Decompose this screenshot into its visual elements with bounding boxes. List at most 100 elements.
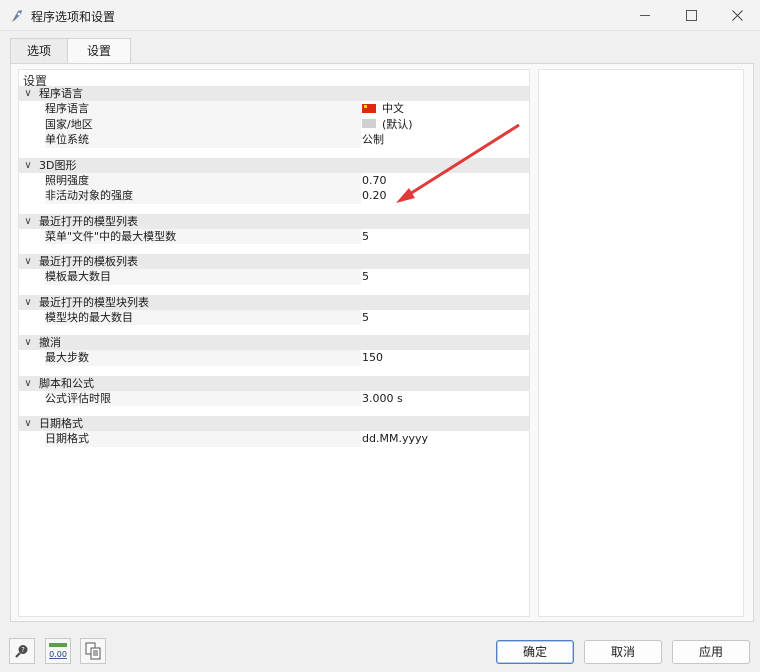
setting-value-text: 3.000 s [362,391,403,405]
setting-row[interactable]: 照明强度 0.70 [19,172,529,189]
help-magnifier-icon: ? [15,645,28,658]
group-header[interactable]: ∨ 脚本和公式 [19,375,529,391]
setting-row[interactable]: 最大步数 150 [19,350,529,366]
chevron-down-icon[interactable]: ∨ [22,158,34,173]
setting-row[interactable]: 日期格式 dd.MM.yyyy [19,431,529,447]
maximize-button[interactable] [668,0,714,30]
setting-value-text: 0.70 [362,173,387,187]
setting-label: 模型块的最大数目 [45,309,361,325]
copy-settings-button[interactable] [80,638,106,664]
setting-value-text: 中文 [382,102,404,115]
settings-group: ∨ 最近打开的模板列表模板最大数目 5 [19,254,529,295]
setting-value[interactable]: 5 [362,310,369,326]
minimize-icon [640,14,650,16]
setting-value[interactable]: 公制 [362,132,384,148]
group-header[interactable]: ∨ 最近打开的模型块列表 [19,294,529,310]
units-button[interactable]: 0.00 [45,638,71,664]
setting-value-text: 0.20 [362,189,387,202]
setting-row[interactable]: 菜单"文件"中的最大模型数 5 [19,228,529,245]
china-flag-icon [362,103,376,113]
chevron-down-icon[interactable]: ∨ [22,376,34,391]
group-header[interactable]: ∨ 最近打开的模板列表 [19,254,529,269]
setting-label-text: 国家/地区 [45,117,93,131]
chevron-down-icon[interactable]: ∨ [22,335,34,350]
group-header[interactable]: ∨ 日期格式 [19,416,529,431]
tab-settings-label: 设置 [86,44,111,58]
group-label: 撤消 [39,336,61,349]
setting-row[interactable]: 国家/地区 (默认) [19,116,529,133]
close-button[interactable] [714,0,760,30]
setting-value[interactable]: 0.20 [362,188,387,204]
help-button[interactable]: ? [9,638,35,664]
settings-tree: ∨ 程序语言 程序语言 中文 国家/地区 (默认) 单位系统 公制 ∨ 3D图形 照明强度 0.70 非… [19,86,529,447]
group-header[interactable]: ∨ 撤消 [19,335,529,350]
setting-label-text: 程序语言 [45,102,89,115]
setting-label-text: 菜单"文件"中的最大模型数 [45,229,177,243]
setting-value-text: 150 [362,351,383,364]
chevron-down-icon[interactable]: ∨ [22,416,34,431]
app-rocket-icon [11,10,22,22]
default-flag-icon [362,119,376,128]
setting-label: 公式评估时限 [45,390,361,406]
setting-label: 照明强度 [45,172,361,188]
setting-label-text: 日期格式 [45,432,89,445]
group-label: 日期格式 [39,417,83,430]
units-decimal-icon: 0.00 [49,643,67,659]
group-header[interactable]: ∨ 程序语言 [19,86,529,101]
settings-group: ∨ 撤消 最大步数 150 [19,335,529,376]
setting-value[interactable]: 5 [362,269,369,285]
group-label: 脚本和公式 [39,376,94,390]
setting-label: 模板最大数目 [45,269,361,285]
setting-label-text: 单位系统 [45,133,89,146]
setting-label-text: 模板最大数目 [45,270,111,283]
setting-row[interactable]: 单位系统 公制 [19,132,529,148]
setting-value[interactable]: 150 [362,350,383,366]
setting-label-text: 非活动对象的强度 [45,189,133,202]
setting-label: 日期格式 [45,431,361,447]
svg-text:?: ? [21,646,25,654]
chevron-down-icon[interactable]: ∨ [22,295,34,310]
apply-button[interactable]: 应用 [672,640,750,664]
setting-row[interactable]: 公式评估时限 3.000 s [19,390,529,407]
settings-group: ∨ 最近打开的模型块列表 模型块的最大数目 5 [19,294,529,336]
setting-value[interactable]: 中文 [362,101,404,117]
setting-value[interactable]: 0.70 [362,173,387,189]
setting-value-text: 公制 [362,133,384,146]
setting-label-text: 模型块的最大数目 [45,310,133,324]
setting-row[interactable]: 模型块的最大数目 5 [19,309,529,326]
tab-options[interactable]: 选项 [10,38,68,63]
setting-value-text: 5 [362,270,369,283]
setting-value[interactable]: 5 [362,229,369,245]
setting-label: 非活动对象的强度 [45,188,361,204]
group-label: 最近打开的模板列表 [39,255,138,268]
description-panel [538,69,744,617]
setting-value-text: 5 [362,229,369,243]
setting-label-text: 公式评估时限 [45,391,111,405]
setting-value[interactable]: (默认) [362,117,413,133]
group-label: 最近打开的模型块列表 [39,295,149,309]
setting-row[interactable]: 非活动对象的强度 0.20 [19,188,529,204]
settings-group: ∨ 最近打开的模型列表 菜单"文件"中的最大模型数 5 [19,213,529,255]
maximize-icon [685,9,697,21]
setting-row[interactable]: 模板最大数目 5 [19,269,529,285]
cancel-button[interactable]: 取消 [584,640,662,664]
setting-value[interactable]: 3.000 s [362,391,403,407]
settings-tree-panel: 设置 ∨ 程序语言 程序语言 中文 国家/地区 (默认) 单位系统 公制 ∨ 3D图形 照明强度 0.… [18,69,530,617]
group-header[interactable]: ∨ 3D图形 [19,157,529,173]
setting-value-text: dd.MM.yyyy [362,432,428,445]
settings-group: ∨ 脚本和公式 公式评估时限 3.000 s [19,375,529,417]
chevron-down-icon[interactable]: ∨ [22,214,34,229]
settings-group: ∨ 日期格式 日期格式 dd.MM.yyyy [19,416,529,447]
group-header[interactable]: ∨ 最近打开的模型列表 [19,213,529,229]
chevron-down-icon[interactable]: ∨ [22,254,34,269]
tab-settings[interactable]: 设置 [67,38,131,65]
setting-value[interactable]: dd.MM.yyyy [362,431,428,447]
minimize-button[interactable] [622,0,668,30]
window-title: 程序选项和设置 [31,10,116,24]
settings-group: ∨ 程序语言 程序语言 中文 国家/地区 (默认) 单位系统 公制 [19,86,529,158]
chevron-down-icon[interactable]: ∨ [22,86,34,101]
setting-row[interactable]: 程序语言 中文 [19,101,529,117]
setting-label: 最大步数 [45,350,361,366]
ok-button[interactable]: 确定 [496,640,574,664]
group-label: 程序语言 [39,87,83,100]
